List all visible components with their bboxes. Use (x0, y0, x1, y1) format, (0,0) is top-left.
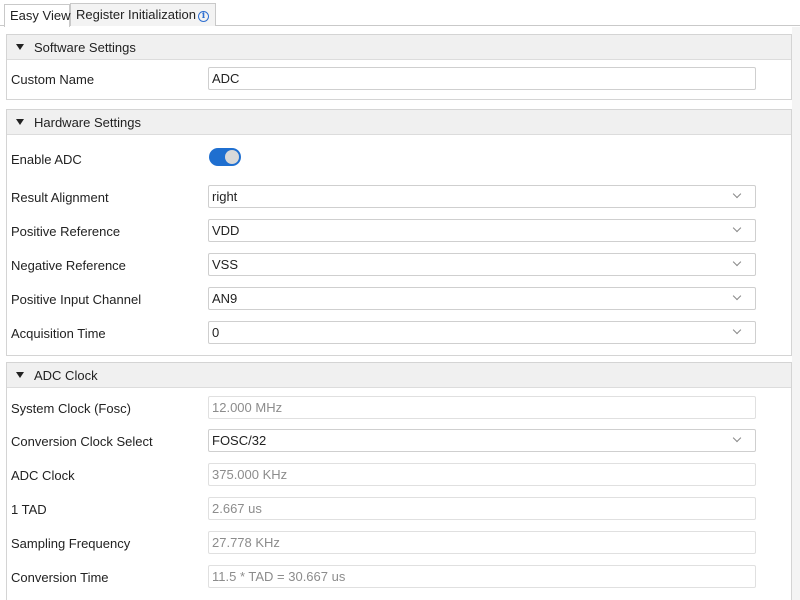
conversion-clock-select[interactable]: FOSC/32 (208, 429, 756, 452)
positive-reference-row: Positive Reference VDD (7, 219, 791, 243)
tab-register-initialization[interactable]: Register Initialization i (70, 3, 216, 26)
positive-input-channel-select[interactable]: AN9 (208, 287, 756, 310)
toggle-knob (225, 150, 239, 164)
conversion-clock-select-value: FOSC/32 (212, 433, 267, 448)
adc-clock-row: ADC Clock 375.000 KHz (7, 463, 791, 487)
chevron-down-icon (732, 223, 742, 233)
collapse-caret-icon[interactable] (16, 372, 24, 378)
result-alignment-value: right (212, 189, 238, 204)
sampling-frequency-field: 27.778 KHz (208, 531, 756, 554)
adc-clock-title: ADC Clock (34, 368, 98, 383)
system-clock-row: System Clock (Fosc) 12.000 MHz (7, 396, 791, 420)
conversion-time-field: 11.5 * TAD = 30.667 us (208, 565, 756, 588)
adc-clock-field: 375.000 KHz (208, 463, 756, 486)
collapse-caret-icon[interactable] (16, 44, 24, 50)
custom-name-input[interactable]: ADC (208, 67, 756, 90)
positive-input-channel-row: Positive Input Channel AN9 (7, 287, 791, 311)
enable-adc-row: Enable ADC (7, 148, 791, 172)
acquisition-time-label: Acquisition Time (11, 326, 106, 341)
adc-clock-header[interactable]: ADC Clock (7, 363, 791, 388)
result-alignment-row: Result Alignment right (7, 185, 791, 209)
software-settings-title: Software Settings (34, 40, 136, 55)
tab-easy-view-label: Easy View (10, 8, 71, 23)
acquisition-time-select[interactable]: 0 (208, 321, 756, 344)
positive-reference-select[interactable]: VDD (208, 219, 756, 242)
hardware-settings-header[interactable]: Hardware Settings (7, 110, 791, 135)
tab-easy-view[interactable]: Easy View (4, 4, 70, 27)
negative-reference-row: Negative Reference VSS (7, 253, 791, 277)
custom-name-label: Custom Name (11, 72, 95, 87)
negative-reference-label: Negative Reference (11, 258, 126, 273)
chevron-down-icon (732, 325, 742, 335)
sampling-frequency-label: Sampling Frequency (11, 536, 131, 551)
result-alignment-label: Result Alignment (11, 190, 109, 205)
info-icon[interactable]: i (197, 11, 209, 22)
conversion-clock-select-label: Conversion Clock Select (11, 434, 153, 449)
system-clock-field: 12.000 MHz (208, 396, 756, 419)
chevron-down-icon (732, 189, 742, 199)
chevron-down-icon (732, 433, 742, 443)
tad-label: 1 TAD (11, 502, 47, 517)
positive-reference-label: Positive Reference (11, 224, 121, 239)
conversion-time-row: Conversion Time 11.5 * TAD = 30.667 us (7, 565, 791, 589)
tad-field: 2.667 us (208, 497, 756, 520)
software-settings-panel: Software Settings Custom Name ADC (6, 34, 792, 100)
chevron-down-icon (732, 257, 742, 267)
negative-reference-value: VSS (212, 257, 239, 272)
hardware-settings-panel: Hardware Settings Enable ADC Result Alig… (6, 109, 792, 356)
result-alignment-select[interactable]: right (208, 185, 756, 208)
conversion-clock-select-row: Conversion Clock Select FOSC/32 (7, 429, 791, 453)
positive-input-channel-label: Positive Input Channel (11, 292, 142, 307)
tab-bar: Easy View Register Initialization i (0, 0, 800, 27)
sampling-frequency-row: Sampling Frequency 27.778 KHz (7, 531, 791, 555)
positive-reference-value: VDD (212, 223, 240, 238)
acquisition-time-row: Acquisition Time 0 (7, 321, 791, 345)
custom-name-row: Custom Name ADC (7, 67, 791, 91)
enable-adc-label: Enable ADC (11, 152, 82, 167)
acquisition-time-value: 0 (212, 325, 220, 340)
vertical-scrollbar[interactable] (792, 27, 800, 600)
negative-reference-select[interactable]: VSS (208, 253, 756, 276)
enable-adc-toggle[interactable] (209, 148, 241, 166)
tab-register-initialization-label: Register Initialization (76, 7, 196, 22)
easy-view-page: Easy View Register Initialization i Softw… (0, 0, 800, 600)
collapse-caret-icon[interactable] (16, 119, 24, 125)
adc-clock-panel: ADC Clock System Clock (Fosc) 12.000 MHz… (6, 362, 792, 600)
conversion-time-label: Conversion Time (11, 570, 109, 585)
system-clock-label: System Clock (Fosc) (11, 401, 131, 416)
software-settings-header[interactable]: Software Settings (7, 35, 791, 60)
hardware-settings-title: Hardware Settings (34, 115, 141, 130)
positive-input-channel-value: AN9 (212, 291, 238, 306)
adc-clock-label: ADC Clock (11, 468, 75, 483)
tad-row: 1 TAD 2.667 us (7, 497, 791, 521)
chevron-down-icon (732, 291, 742, 301)
